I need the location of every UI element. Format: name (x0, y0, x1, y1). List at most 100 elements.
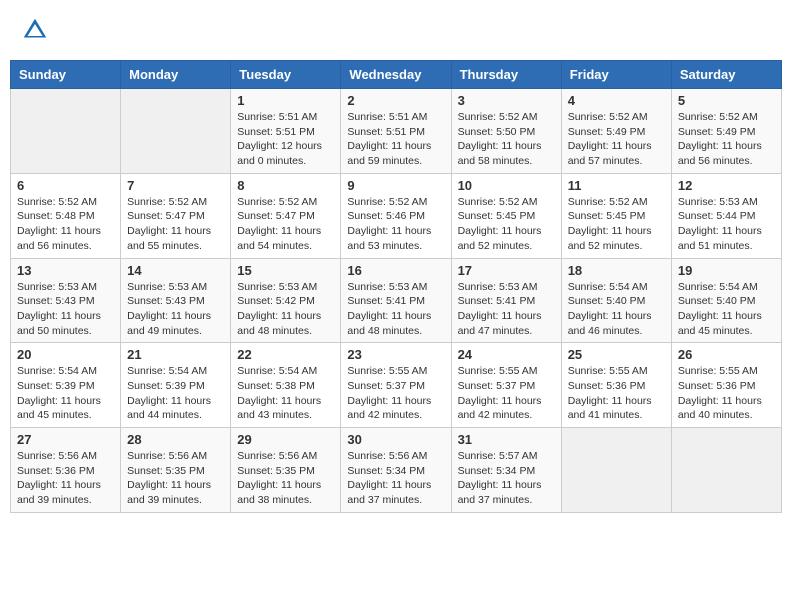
calendar-cell: 4 Sunrise: 5:52 AM Sunset: 5:49 PM Daylig… (561, 89, 671, 174)
day-number: 14 (127, 263, 224, 278)
day-number: 5 (678, 93, 775, 108)
logo-icon (20, 15, 50, 45)
calendar-cell: 15Sunrise: 5:53 AM Sunset: 5:42 PM Dayli… (231, 258, 341, 343)
day-number: 12 (678, 178, 775, 193)
weekday-header-saturday: Saturday (671, 61, 781, 89)
calendar-cell (671, 428, 781, 513)
day-info: Sunrise: 5:52 AM Sunset: 5:45 PM Dayligh… (458, 195, 555, 254)
day-number: 25 (568, 347, 665, 362)
day-number: 13 (17, 263, 114, 278)
calendar-week-5: 27 Sunrise: 5:56 AM Sunset: 5:36 PM Dayli… (11, 428, 782, 513)
calendar-cell: 1 Sunrise: 5:51 AM Sunset: 5:51 PM Daylig… (231, 89, 341, 174)
day-number: 17 (458, 263, 555, 278)
calendar-cell: 22 Sunrise: 5:54 AM Sunset: 5:38 PM Dayli… (231, 343, 341, 428)
day-info: Sunrise: 5:54 AM Sunset: 5:39 PM Dayligh… (127, 364, 224, 423)
calendar-cell: 28 Sunrise: 5:56 AM Sunset: 5:35 PM Dayli… (121, 428, 231, 513)
calendar-cell: 11 Sunrise: 5:52 AM Sunset: 5:45 PM Dayli… (561, 173, 671, 258)
day-number: 23 (347, 347, 444, 362)
day-info: Sunrise: 5:55 AM Sunset: 5:37 PM Dayligh… (347, 364, 444, 423)
day-info: Sunrise: 5:53 AM Sunset: 5:44 PM Dayligh… (678, 195, 775, 254)
day-info: Sunrise: 5:56 AM Sunset: 5:35 PM Dayligh… (127, 449, 224, 508)
day-number: 19 (678, 263, 775, 278)
calendar-cell: 17Sunrise: 5:53 AM Sunset: 5:41 PM Dayli… (451, 258, 561, 343)
calendar-cell: 20Sunrise: 5:54 AM Sunset: 5:39 PM Dayli… (11, 343, 121, 428)
calendar-cell: 16 Sunrise: 5:53 AM Sunset: 5:41 PM Dayli… (341, 258, 451, 343)
day-number: 10 (458, 178, 555, 193)
calendar-cell: 29 Sunrise: 5:56 AM Sunset: 5:35 PM Dayli… (231, 428, 341, 513)
day-info: Sunrise: 5:51 AM Sunset: 5:51 PM Dayligh… (237, 110, 334, 169)
day-number: 16 (347, 263, 444, 278)
day-number: 27 (17, 432, 114, 447)
calendar-cell: 14 Sunrise: 5:53 AM Sunset: 5:43 PM Dayli… (121, 258, 231, 343)
day-number: 9 (347, 178, 444, 193)
day-info: Sunrise: 5:51 AM Sunset: 5:51 PM Dayligh… (347, 110, 444, 169)
calendar-cell: 24 Sunrise: 5:55 AM Sunset: 5:37 PM Dayli… (451, 343, 561, 428)
calendar-cell (121, 89, 231, 174)
day-info: Sunrise: 5:55 AM Sunset: 5:36 PM Dayligh… (678, 364, 775, 423)
day-number: 6 (17, 178, 114, 193)
day-number: 28 (127, 432, 224, 447)
day-info: Sunrise: 5:57 AM Sunset: 5:34 PM Dayligh… (458, 449, 555, 508)
calendar-cell: 2 Sunrise: 5:51 AM Sunset: 5:51 PM Daylig… (341, 89, 451, 174)
day-number: 3 (458, 93, 555, 108)
page-header (10, 10, 782, 50)
day-number: 22 (237, 347, 334, 362)
logo (20, 15, 55, 45)
day-number: 2 (347, 93, 444, 108)
day-number: 26 (678, 347, 775, 362)
weekday-header-row: SundayMondayTuesdayWednesdayThursdayFrid… (11, 61, 782, 89)
calendar-cell: 8 Sunrise: 5:52 AM Sunset: 5:47 PM Daylig… (231, 173, 341, 258)
day-info: Sunrise: 5:55 AM Sunset: 5:37 PM Dayligh… (458, 364, 555, 423)
day-number: 4 (568, 93, 665, 108)
day-info: Sunrise: 5:52 AM Sunset: 5:48 PM Dayligh… (17, 195, 114, 254)
day-info: Sunrise: 5:52 AM Sunset: 5:49 PM Dayligh… (568, 110, 665, 169)
calendar-body: 1 Sunrise: 5:51 AM Sunset: 5:51 PM Daylig… (11, 89, 782, 513)
day-info: Sunrise: 5:56 AM Sunset: 5:34 PM Dayligh… (347, 449, 444, 508)
day-info: Sunrise: 5:54 AM Sunset: 5:40 PM Dayligh… (568, 280, 665, 339)
day-number: 11 (568, 178, 665, 193)
day-number: 7 (127, 178, 224, 193)
day-info: Sunrise: 5:54 AM Sunset: 5:40 PM Dayligh… (678, 280, 775, 339)
weekday-header-wednesday: Wednesday (341, 61, 451, 89)
weekday-header-tuesday: Tuesday (231, 61, 341, 89)
calendar-cell: 26 Sunrise: 5:55 AM Sunset: 5:36 PM Dayli… (671, 343, 781, 428)
calendar-cell: 21 Sunrise: 5:54 AM Sunset: 5:39 PM Dayli… (121, 343, 231, 428)
day-info: Sunrise: 5:52 AM Sunset: 5:47 PM Dayligh… (127, 195, 224, 254)
day-info: Sunrise: 5:56 AM Sunset: 5:35 PM Dayligh… (237, 449, 334, 508)
calendar-cell: 7 Sunrise: 5:52 AM Sunset: 5:47 PM Daylig… (121, 173, 231, 258)
day-info: Sunrise: 5:52 AM Sunset: 5:45 PM Dayligh… (568, 195, 665, 254)
day-number: 15 (237, 263, 334, 278)
day-number: 21 (127, 347, 224, 362)
day-number: 30 (347, 432, 444, 447)
calendar-cell (11, 89, 121, 174)
calendar-week-3: 13 Sunrise: 5:53 AM Sunset: 5:43 PM Dayli… (11, 258, 782, 343)
calendar-cell: 23 Sunrise: 5:55 AM Sunset: 5:37 PM Dayli… (341, 343, 451, 428)
day-info: Sunrise: 5:54 AM Sunset: 5:38 PM Dayligh… (237, 364, 334, 423)
weekday-header-monday: Monday (121, 61, 231, 89)
day-info: Sunrise: 5:53 AM Sunset: 5:43 PM Dayligh… (127, 280, 224, 339)
day-info: Sunrise: 5:54 AM Sunset: 5:39 PM Dayligh… (17, 364, 114, 423)
calendar-cell: 6 Sunrise: 5:52 AM Sunset: 5:48 PM Daylig… (11, 173, 121, 258)
day-info: Sunrise: 5:53 AM Sunset: 5:43 PM Dayligh… (17, 280, 114, 339)
day-info: Sunrise: 5:56 AM Sunset: 5:36 PM Dayligh… (17, 449, 114, 508)
calendar-cell: 25 Sunrise: 5:55 AM Sunset: 5:36 PM Dayli… (561, 343, 671, 428)
calendar-cell: 3Sunrise: 5:52 AM Sunset: 5:50 PM Daylig… (451, 89, 561, 174)
calendar-cell: 27 Sunrise: 5:56 AM Sunset: 5:36 PM Dayli… (11, 428, 121, 513)
calendar-cell: 9 Sunrise: 5:52 AM Sunset: 5:46 PM Daylig… (341, 173, 451, 258)
calendar-cell: 10 Sunrise: 5:52 AM Sunset: 5:45 PM Dayli… (451, 173, 561, 258)
weekday-header-friday: Friday (561, 61, 671, 89)
calendar-week-4: 20Sunrise: 5:54 AM Sunset: 5:39 PM Dayli… (11, 343, 782, 428)
day-info: Sunrise: 5:52 AM Sunset: 5:46 PM Dayligh… (347, 195, 444, 254)
day-number: 29 (237, 432, 334, 447)
day-number: 8 (237, 178, 334, 193)
weekday-header-thursday: Thursday (451, 61, 561, 89)
day-info: Sunrise: 5:52 AM Sunset: 5:47 PM Dayligh… (237, 195, 334, 254)
day-number: 31 (458, 432, 555, 447)
day-info: Sunrise: 5:52 AM Sunset: 5:49 PM Dayligh… (678, 110, 775, 169)
day-number: 1 (237, 93, 334, 108)
calendar-cell: 18Sunrise: 5:54 AM Sunset: 5:40 PM Dayli… (561, 258, 671, 343)
day-info: Sunrise: 5:53 AM Sunset: 5:41 PM Dayligh… (347, 280, 444, 339)
day-info: Sunrise: 5:55 AM Sunset: 5:36 PM Dayligh… (568, 364, 665, 423)
day-number: 24 (458, 347, 555, 362)
calendar-cell: 31 Sunrise: 5:57 AM Sunset: 5:34 PM Dayli… (451, 428, 561, 513)
